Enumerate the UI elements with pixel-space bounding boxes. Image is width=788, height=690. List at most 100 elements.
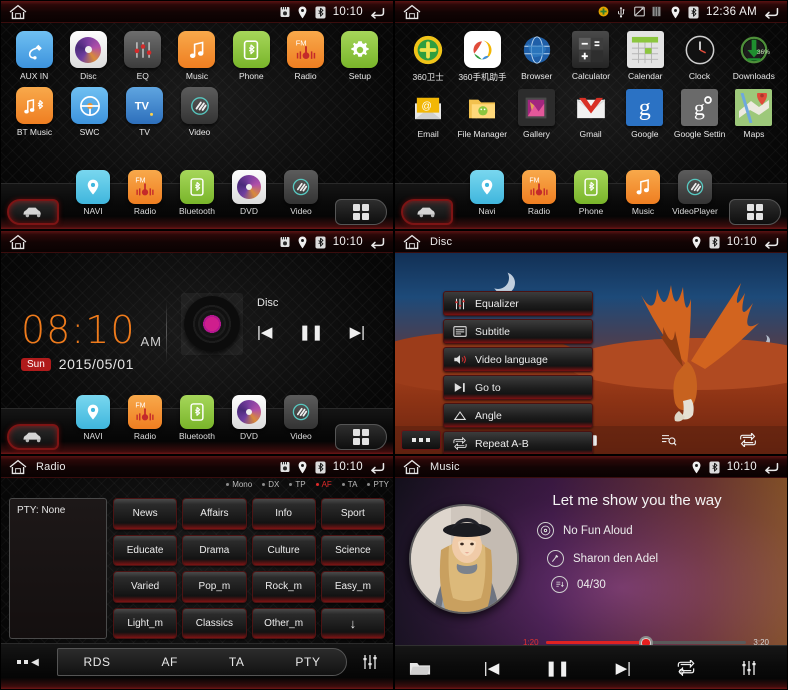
back-icon[interactable] <box>369 5 386 19</box>
pty-button-culture[interactable]: Culture <box>251 534 316 566</box>
pty-page-down-button[interactable]: ↓ <box>320 607 385 639</box>
home-icon[interactable] <box>8 459 28 475</box>
pty-button-varied[interactable]: Varied <box>113 571 178 603</box>
app-email[interactable]: @ Email <box>403 89 453 139</box>
repeat-button[interactable] <box>709 433 787 447</box>
app-tv[interactable]: TV TV <box>119 87 170 137</box>
pty-button-classics[interactable]: Classics <box>182 607 247 639</box>
vinyl-thumbnail[interactable] <box>181 293 243 355</box>
progress-track[interactable] <box>545 635 747 650</box>
repeat-one-button[interactable]: 1 <box>677 659 695 676</box>
equalizer-button[interactable] <box>740 659 758 677</box>
band-prev-button[interactable]: ◀ <box>7 650 49 674</box>
app-phone[interactable]: Phone <box>226 31 276 81</box>
app-eq[interactable]: EQ <box>118 31 168 81</box>
app-downloads[interactable]: 36% Downloads <box>729 31 779 83</box>
dock-item-radio[interactable]: FM Radio <box>119 395 171 441</box>
prev-track-button[interactable]: |◀ <box>484 659 499 677</box>
dock-item-navi[interactable]: NAVI <box>67 395 119 441</box>
app-360-guard[interactable]: 360卫士 <box>403 31 453 83</box>
tab-rds[interactable]: RDS <box>83 655 110 669</box>
app-calendar[interactable]: Calendar <box>620 31 670 83</box>
menu-item-video-language[interactable]: Video language <box>443 347 593 372</box>
more-button[interactable] <box>401 430 441 450</box>
dock-item-navi[interactable]: NAVI <box>67 170 119 216</box>
pty-button-science[interactable]: Science <box>320 534 385 566</box>
car-button[interactable] <box>7 199 59 225</box>
folder-button[interactable] <box>405 656 435 680</box>
app-gallery[interactable]: Gallery <box>511 89 561 139</box>
dock-item-dvd[interactable]: DVD <box>223 170 275 216</box>
pause-button[interactable]: ❚❚ <box>298 325 323 340</box>
back-icon[interactable] <box>763 460 780 474</box>
dock-item-music[interactable]: Music <box>617 170 669 216</box>
app-google[interactable]: g Google <box>620 89 670 139</box>
app-bt-music[interactable]: BT Music <box>9 87 60 137</box>
app-calculator[interactable]: Calculator <box>566 31 616 83</box>
back-icon[interactable] <box>763 235 780 249</box>
app-browser[interactable]: Browser <box>512 31 562 83</box>
back-icon[interactable] <box>369 460 386 474</box>
car-button[interactable] <box>401 199 453 225</box>
app-google-settings[interactable]: g Google Settings <box>674 89 725 139</box>
pty-button-drama[interactable]: Drama <box>182 534 247 566</box>
app-360-assistant[interactable]: 360手机助手 <box>457 31 507 83</box>
pty-button-pop-m[interactable]: Pop_m <box>182 571 247 603</box>
app-gmail[interactable]: Gmail <box>566 89 616 139</box>
dock-item-navi[interactable]: Navi <box>461 170 513 216</box>
app-grid-button[interactable] <box>729 199 781 225</box>
dock-item-radio[interactable]: FM Radio <box>513 170 565 216</box>
app-file-manager[interactable]: File Manager <box>457 89 507 139</box>
app-swc[interactable]: SWC <box>64 87 115 137</box>
album-art[interactable] <box>409 504 519 614</box>
app-radio[interactable]: FM Radio <box>280 31 330 81</box>
pty-button-info[interactable]: Info <box>251 498 316 530</box>
car-button[interactable] <box>7 424 59 450</box>
tab-ta[interactable]: TA <box>229 655 245 669</box>
dock-item-video[interactable]: Video <box>275 395 327 441</box>
app-disc[interactable]: Disc <box>63 31 113 81</box>
back-icon[interactable] <box>763 5 780 19</box>
tab-pty[interactable]: PTY <box>295 655 320 669</box>
app-music[interactable]: Music <box>172 31 222 81</box>
playlist-button[interactable] <box>630 433 708 447</box>
dock-item-dvd[interactable]: DVD <box>223 395 275 441</box>
home-icon[interactable] <box>8 234 28 250</box>
pty-button-sport[interactable]: Sport <box>320 498 385 530</box>
app-clock[interactable]: Clock <box>674 31 724 83</box>
home-icon[interactable] <box>402 4 422 20</box>
app-grid-button[interactable] <box>335 424 387 450</box>
home-icon[interactable] <box>8 4 28 20</box>
prev-track-button[interactable]: |◀ <box>257 325 272 340</box>
menu-item-repeat-ab[interactable]: Repeat A-B <box>443 431 593 454</box>
pty-button-rock-m[interactable]: Rock_m <box>251 571 316 603</box>
app-maps[interactable]: Maps <box>729 89 779 139</box>
menu-item-subtitle[interactable]: Subtitle <box>443 319 593 344</box>
pty-button-easy-m[interactable]: Easy_m <box>320 571 385 603</box>
pty-button-educate[interactable]: Educate <box>113 534 178 566</box>
dock-item-radio[interactable]: FM Radio <box>119 170 171 216</box>
back-icon[interactable] <box>369 235 386 249</box>
dock-item-videoplayer[interactable]: VideoPlayer <box>669 170 721 216</box>
menu-item-go-to[interactable]: Go to <box>443 375 593 400</box>
dock-item-phone[interactable]: Phone <box>565 170 617 216</box>
pty-button-light-m[interactable]: Light_m <box>113 607 178 639</box>
app-video[interactable]: Video <box>174 87 225 137</box>
pause-button[interactable]: ❚❚ <box>545 659 570 677</box>
pty-button-affairs[interactable]: Affairs <box>182 498 247 530</box>
menu-item-equalizer[interactable]: Equalizer <box>443 291 593 316</box>
dock-item-bluetooth[interactable]: Bluetooth <box>171 170 223 216</box>
next-track-button[interactable]: ▶| <box>350 325 365 340</box>
app-aux-in[interactable]: AUX IN <box>9 31 59 81</box>
tab-af[interactable]: AF <box>161 655 178 669</box>
equalizer-button[interactable] <box>353 649 387 675</box>
dock-item-video[interactable]: Video <box>275 170 327 216</box>
app-setup[interactable]: Setup <box>335 31 385 81</box>
pty-button-other-m[interactable]: Other_m <box>251 607 316 639</box>
dock-item-bluetooth[interactable]: Bluetooth <box>171 395 223 441</box>
pty-button-news[interactable]: News <box>113 498 178 530</box>
next-track-button[interactable]: ▶| <box>616 659 631 677</box>
clock-widget[interactable]: 08:10 AM Sun 2015/05/01 <box>21 311 162 372</box>
home-icon[interactable] <box>402 459 422 475</box>
home-icon[interactable] <box>402 234 422 250</box>
